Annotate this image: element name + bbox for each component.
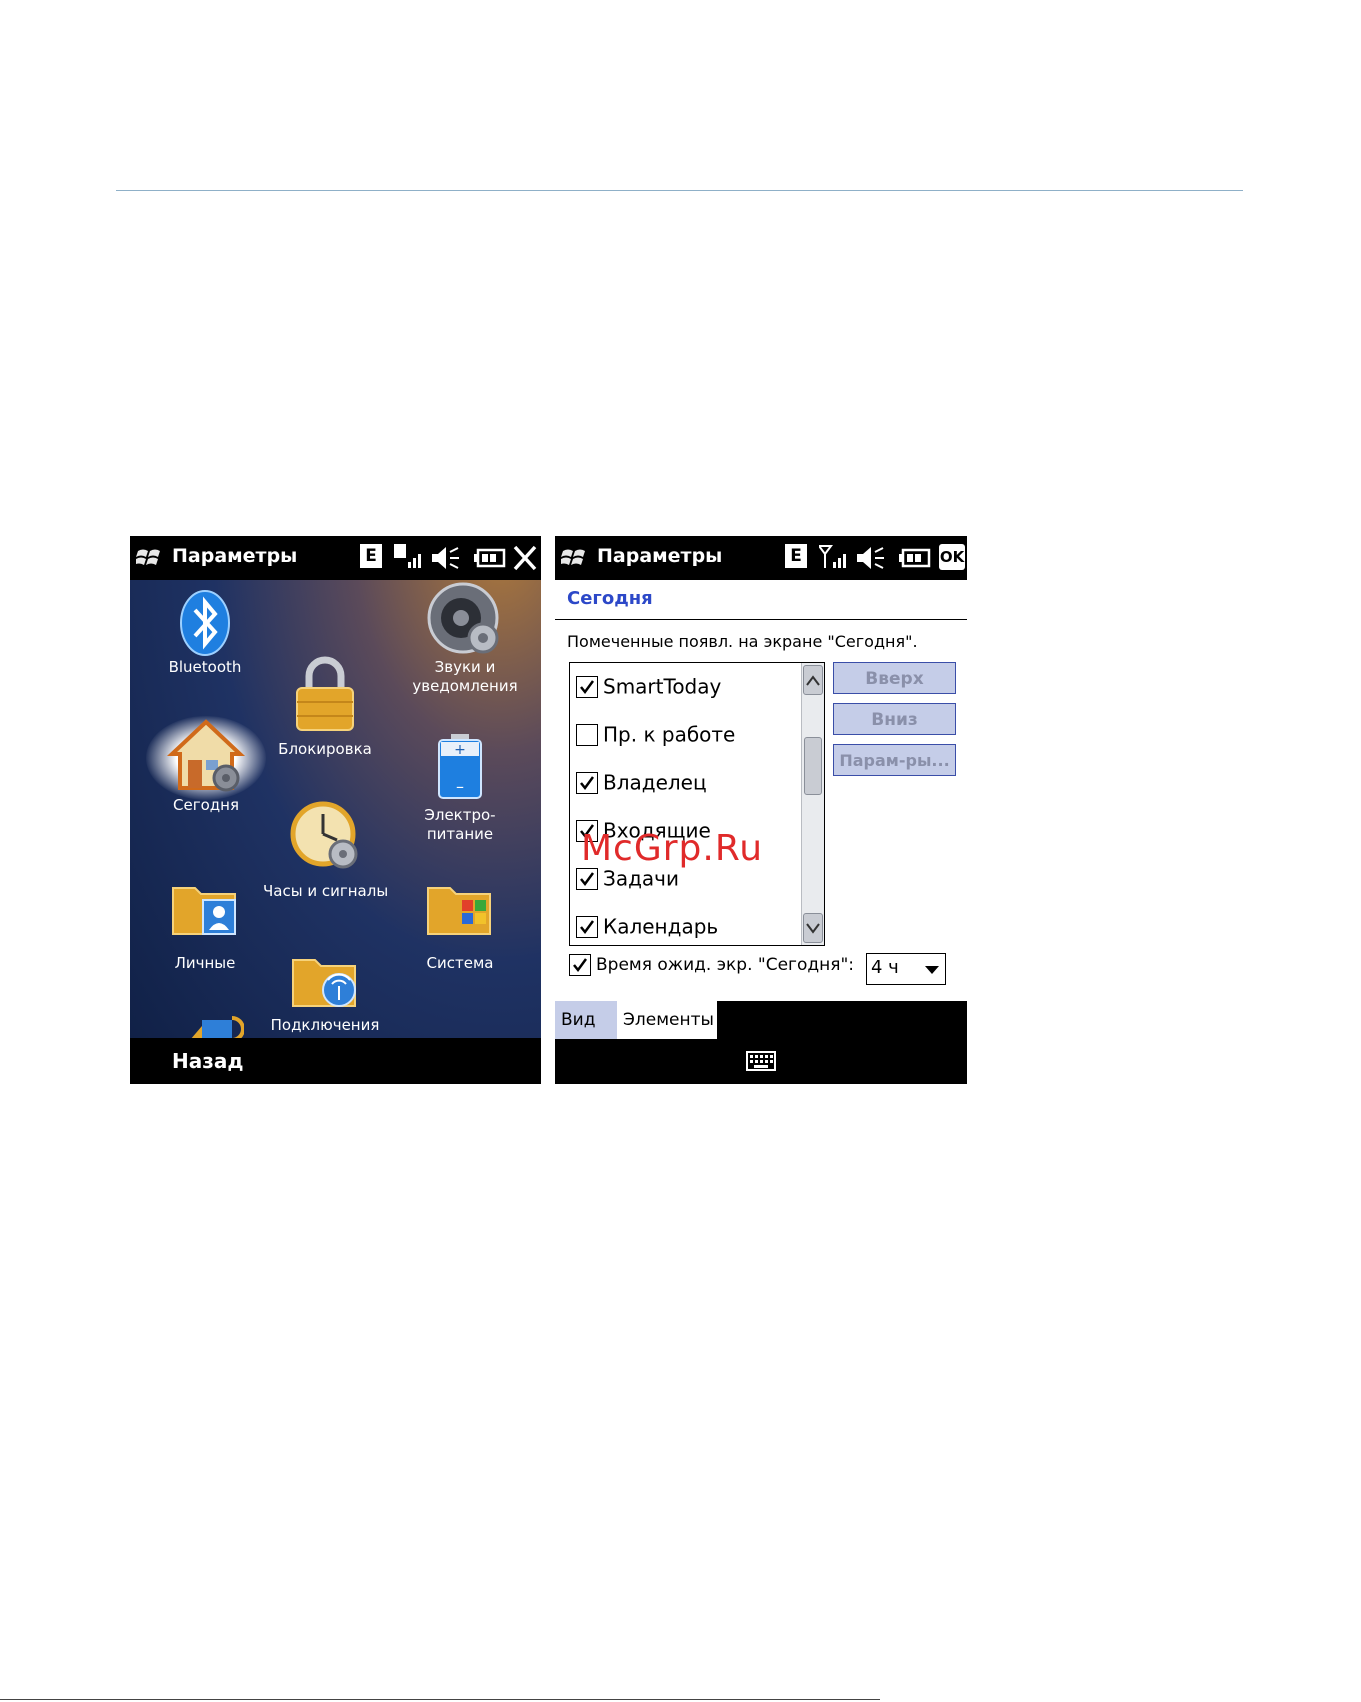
status-bar: Параметры E — [130, 536, 541, 580]
status-title: Параметры — [597, 545, 723, 567]
item-checkbox[interactable] — [576, 867, 598, 890]
back-soft-key[interactable]: Назад — [172, 1049, 244, 1073]
list-item[interactable]: Календарь — [576, 913, 718, 941]
folder-windows-icon — [427, 887, 491, 935]
listbox-scrollbar[interactable] — [801, 663, 824, 945]
tab-items[interactable]: Элементы — [617, 1001, 717, 1039]
windows-start-icon[interactable] — [561, 545, 587, 571]
battery-icon: + – — [438, 734, 482, 799]
items-listbox[interactable]: SmartToday Пр. к работе Владелец Входящи… — [569, 662, 825, 946]
close-icon[interactable] — [512, 544, 538, 572]
tile-today[interactable]: Сегодня — [144, 716, 268, 815]
folder-person-icon — [172, 887, 236, 935]
timeout-checkbox[interactable] — [569, 954, 591, 976]
padlock-icon — [296, 656, 354, 731]
tile-power[interactable]: + – Электро- питание — [405, 732, 515, 844]
ok-button[interactable]: OK — [939, 544, 965, 570]
bluetooth-icon — [180, 590, 230, 656]
timeout-label: Время ожид. экр. "Сегодня": — [596, 955, 855, 975]
svg-text:–: – — [456, 777, 464, 796]
status-bar: Параметры E OK — [555, 536, 967, 580]
tile-connections[interactable]: Подключения — [263, 948, 387, 1035]
chevron-down-icon — [806, 923, 820, 934]
settings-screen: Параметры E Bluetooth Звуки и уведомлени… — [130, 536, 541, 1084]
item-options-button[interactable]: Парам-ры... — [833, 744, 956, 776]
svg-text:+: + — [454, 742, 466, 758]
timeout-select[interactable]: 4 ч — [866, 953, 946, 985]
move-down-button[interactable]: Вниз — [833, 703, 956, 735]
tile-bluetooth[interactable]: Bluetooth — [165, 588, 245, 677]
battery-status-icon[interactable] — [474, 544, 506, 572]
instruction-text: Помеченные появл. на экране "Сегодня". — [567, 632, 918, 651]
folder-antenna-icon — [292, 959, 356, 1007]
network-e-badge: E — [785, 544, 807, 568]
scroll-thumb[interactable] — [804, 737, 822, 795]
dropdown-arrow-icon — [925, 966, 939, 974]
item-checkbox[interactable] — [576, 675, 598, 698]
item-checkbox[interactable] — [576, 915, 598, 938]
today-settings-screen: Параметры E OK Сегодня Помеченные появл.… — [555, 536, 967, 1084]
chevron-up-icon — [806, 675, 820, 686]
timeout-row: Время ожид. экр. "Сегодня": — [569, 954, 854, 976]
speaker-muted-icon[interactable] — [855, 544, 885, 572]
tab-strip: Вид Элементы — [555, 1001, 967, 1039]
tile-clock[interactable]: Часы и сигналы — [263, 800, 388, 901]
page-heading: Сегодня — [567, 588, 653, 609]
item-checkbox[interactable] — [576, 723, 598, 746]
list-item[interactable]: Владелец — [576, 769, 707, 797]
tile-lock[interactable]: Блокировка — [275, 656, 375, 759]
top-rule — [116, 190, 1243, 191]
signal-icon — [394, 544, 421, 568]
signal-icon — [819, 545, 846, 568]
house-gear-icon — [166, 719, 246, 792]
tile-personal[interactable]: Личные — [155, 876, 255, 973]
scroll-down-button[interactable] — [803, 913, 823, 943]
heading-divider — [555, 619, 967, 620]
network-e-badge: E — [360, 544, 382, 568]
list-item[interactable]: Задачи — [576, 865, 679, 893]
item-checkbox[interactable] — [576, 771, 598, 794]
status-title: Параметры — [172, 545, 298, 567]
battery-status-icon[interactable] — [899, 544, 931, 572]
partial-tile-icon — [190, 1016, 244, 1040]
tile-system[interactable]: Система — [410, 876, 510, 973]
clock-gear-icon — [290, 801, 358, 869]
list-item[interactable]: Пр. к работе — [576, 721, 735, 749]
move-up-button[interactable]: Вверх — [833, 662, 956, 694]
speaker-muted-icon[interactable] — [430, 544, 460, 572]
watermark-text: McGrp.Ru — [581, 828, 764, 869]
speaker-gear-icon — [427, 582, 499, 654]
list-item[interactable]: SmartToday — [576, 673, 721, 701]
soft-key-bar: Назад — [130, 1038, 541, 1084]
windows-start-icon[interactable] — [136, 545, 162, 571]
scroll-up-button[interactable] — [803, 665, 823, 695]
tile-sounds[interactable]: Звуки и уведомления — [400, 582, 530, 696]
tab-view[interactable]: Вид — [555, 1001, 617, 1039]
bottom-rule — [0, 1699, 880, 1700]
timeout-value: 4 ч — [871, 957, 899, 978]
soft-key-bar — [555, 1039, 967, 1084]
keyboard-icon[interactable] — [746, 1051, 776, 1071]
